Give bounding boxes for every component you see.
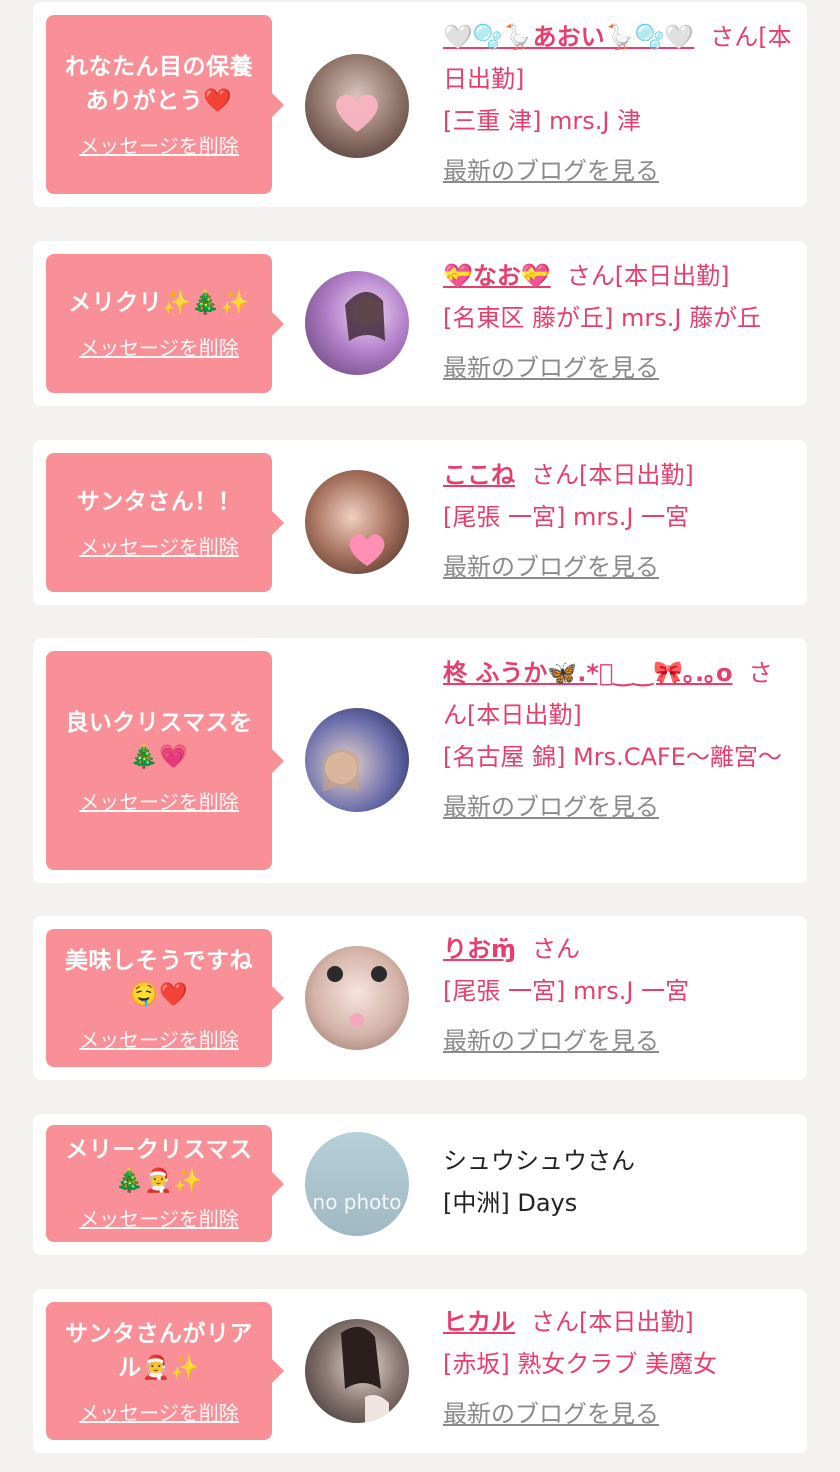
animal-ears-filter-icon	[327, 966, 387, 1027]
message-text: れなたん目の保養ありがとう❤️	[65, 54, 253, 114]
shop-label: [中洲] Days	[443, 1189, 578, 1217]
shop-label: [尾張 一宮] mrs.J 一宮	[443, 503, 690, 531]
message-card: 美味しそうですね🤤❤️ メッセージを削除 りおɱ̆̈ さん [尾張 一宮] mrs…	[33, 916, 807, 1080]
message-bubble: メリークリスマス🎄🧑‍🎄✨ メッセージを削除	[46, 1125, 284, 1242]
delete-message-link[interactable]: メッセージを削除	[79, 1203, 239, 1232]
cast-name: シュウシュウさん	[443, 1147, 635, 1175]
avatar[interactable]	[305, 1319, 409, 1423]
delete-message-link[interactable]: メッセージを削除	[79, 130, 239, 159]
message-bubble: 良いクリスマスを🎄💗 メッセージを削除	[46, 651, 284, 870]
honorific: さん	[532, 935, 581, 963]
heart-sticker-icon	[336, 94, 378, 132]
cast-name-line: ヒカル さん[本日出勤]	[443, 1301, 793, 1343]
avatar[interactable]: no photo	[305, 1132, 409, 1236]
heart-sticker-icon	[349, 534, 385, 566]
message-text: サンタさん！！	[76, 489, 242, 515]
latest-blog-link[interactable]: 最新のブログを見る	[443, 347, 659, 389]
portrait-icon	[341, 1326, 389, 1423]
shop-label: [名東区 藤が丘] mrs.J 藤が丘	[443, 304, 762, 332]
message-bubble: サンタさん！！ メッセージを削除	[46, 453, 284, 592]
message-card: メリクリ✨🎄✨ メッセージを削除 💝なお💝 さん[本日出勤] [名東区 藤が丘] …	[33, 241, 807, 406]
latest-blog-link[interactable]: 最新のブログを見る	[443, 546, 659, 588]
message-text: 良いクリスマスを🎄💗	[65, 710, 253, 770]
cast-name-line: ここね さん[本日出勤]	[443, 454, 793, 496]
message-card: サンタさん！！ メッセージを削除 ここね さん[本日出勤] [尾張 一宮] mrs…	[33, 440, 807, 605]
message-card: れなたん目の保養ありがとう❤️ メッセージを削除 🤍🫧🪿あおい🪿🫧🤍 さん[本日出…	[33, 2, 807, 207]
message-bubble: れなたん目の保養ありがとう❤️ メッセージを削除	[46, 15, 284, 194]
delete-message-link[interactable]: メッセージを削除	[79, 786, 239, 815]
message-bubble: メリクリ✨🎄✨ メッセージを削除	[46, 254, 284, 393]
photo-sparkle-icon	[345, 291, 385, 341]
message-bubble: 美味しそうですね🤤❤️ メッセージを削除	[46, 929, 284, 1067]
christmas-frame-icon	[323, 748, 359, 792]
avatar[interactable]	[305, 946, 409, 1050]
cast-name-link[interactable]: 💝なお💝	[443, 262, 551, 290]
delete-message-link[interactable]: メッセージを削除	[79, 1024, 239, 1053]
shop-label: [赤坂] 熟女クラブ 美魔女	[443, 1350, 717, 1378]
cast-name-link[interactable]: ヒカル	[443, 1308, 515, 1336]
avatar[interactable]	[305, 54, 409, 158]
message-list: れなたん目の保養ありがとう❤️ メッセージを削除 🤍🫧🪿あおい🪿🫧🤍 さん[本日出…	[0, 0, 840, 1472]
shop-label: [尾張 一宮] mrs.J 一宮	[443, 977, 690, 1005]
cast-name-link[interactable]: 🤍🫧🪿あおい🪿🫧🤍	[443, 23, 694, 51]
message-text: メリクリ✨🎄✨	[68, 290, 250, 316]
delete-message-link[interactable]: メッセージを削除	[79, 332, 239, 361]
cast-name-line: 柊 ふうか🦋.*ﾟ‿‿🎀｡.｡o さん[本日出勤]	[443, 652, 793, 736]
avatar[interactable]	[305, 708, 409, 812]
cast-name-line: 🤍🫧🪿あおい🪿🫧🤍 さん[本日出勤]	[443, 16, 793, 100]
message-card: サンタさんがリアル🧑‍🎄✨ メッセージを削除 ヒカル さん[本日出勤] [赤坂] …	[33, 1289, 807, 1453]
avatar[interactable]	[305, 271, 409, 375]
message-card: メリークリスマス🎄🧑‍🎄✨ メッセージを削除 no photo シュウシュウさん…	[33, 1114, 807, 1255]
honorific: さん[本日出勤]	[566, 262, 730, 290]
honorific: さん[本日出勤]	[531, 461, 694, 489]
message-text: メリークリスマス🎄🧑‍🎄✨	[65, 1137, 253, 1194]
cast-name-line: りおɱ̆̈ さん	[443, 928, 793, 970]
cast-name-link[interactable]: ここね	[443, 461, 515, 489]
message-text: サンタさんがリアル🧑‍🎄✨	[65, 1320, 253, 1381]
avatar[interactable]	[305, 470, 409, 574]
delete-message-link[interactable]: メッセージを削除	[79, 531, 239, 560]
latest-blog-link[interactable]: 最新のブログを見る	[443, 1393, 659, 1435]
message-card: 良いクリスマスを🎄💗 メッセージを削除 柊 ふうか🦋.*ﾟ‿‿🎀｡.｡o さん[本…	[33, 638, 807, 883]
latest-blog-link[interactable]: 最新のブログを見る	[443, 786, 659, 828]
delete-message-link[interactable]: メッセージを削除	[79, 1397, 239, 1426]
shop-label: [三重 津] mrs.J 津	[443, 107, 642, 135]
latest-blog-link[interactable]: 最新のブログを見る	[443, 150, 659, 192]
message-text: 美味しそうですね🤤❤️	[65, 947, 253, 1008]
shop-label: [名古屋 錦] Mrs.CAFE〜離宮〜	[443, 743, 782, 771]
cast-name-link[interactable]: 柊 ふうか🦋.*ﾟ‿‿🎀｡.｡o	[443, 659, 733, 687]
cast-name-link[interactable]: りおɱ̆̈	[443, 935, 516, 963]
message-bubble: サンタさんがリアル🧑‍🎄✨ メッセージを削除	[46, 1302, 284, 1440]
no-photo-label: no photo	[312, 1190, 402, 1214]
cast-name-line: シュウシュウさん	[443, 1140, 793, 1182]
cast-name-line: 💝なお💝 さん[本日出勤]	[443, 255, 793, 297]
latest-blog-link[interactable]: 最新のブログを見る	[443, 1020, 659, 1062]
honorific: さん[本日出勤]	[531, 1308, 694, 1336]
